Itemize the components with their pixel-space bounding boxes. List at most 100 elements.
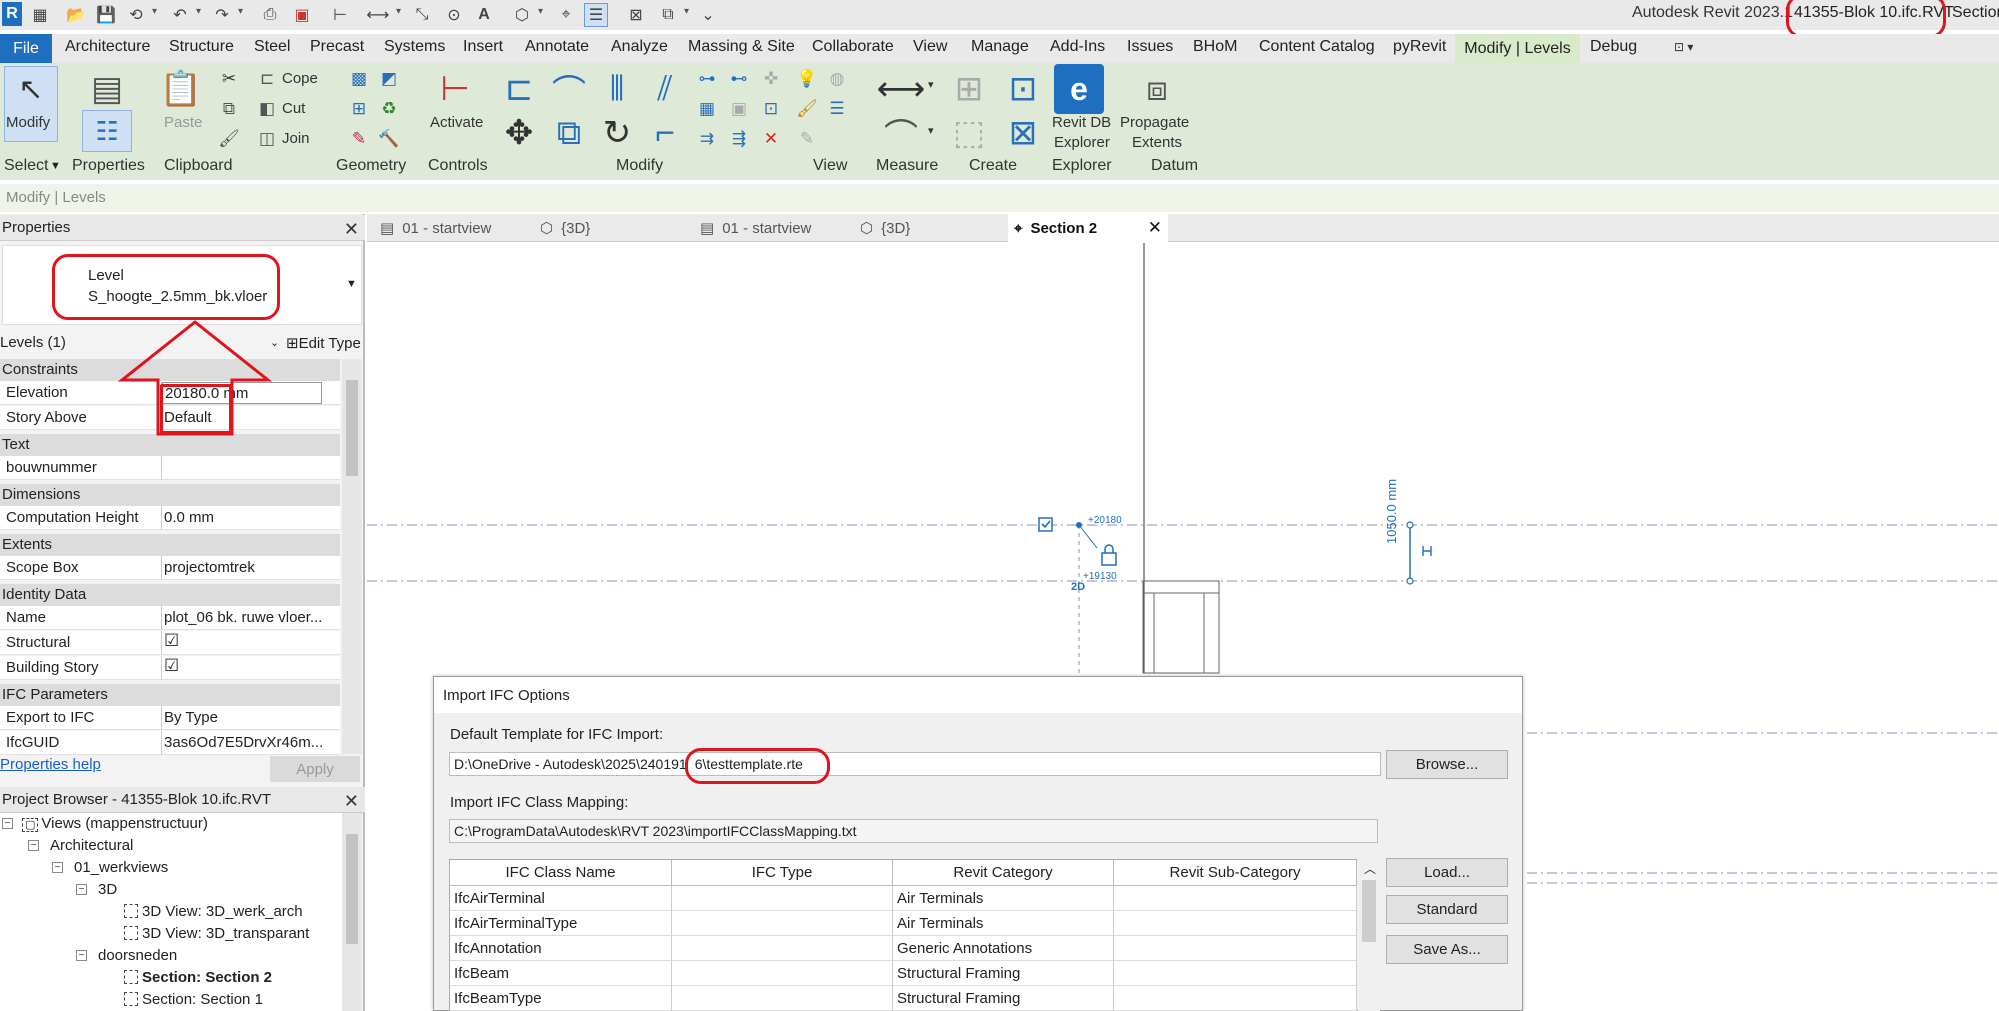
create-parts-icon[interactable]: ⊡: [998, 64, 1048, 114]
sync-icon[interactable]: ⟲: [124, 3, 148, 27]
chevron-down-icon[interactable]: ▾: [396, 6, 401, 17]
col-ifc-class-name[interactable]: IFC Class Name: [450, 860, 672, 886]
create-similar-icon[interactable]: ⊠: [998, 108, 1048, 158]
scroll-thumb[interactable]: [1362, 880, 1376, 942]
cope-label[interactable]: Cope: [282, 70, 318, 87]
cell-ifc-type[interactable]: [672, 961, 893, 986]
3d-view-icon[interactable]: ⬡: [510, 3, 534, 27]
mirror-pick-icon[interactable]: ⫴: [592, 64, 642, 114]
cell-sub-category[interactable]: [1114, 886, 1357, 911]
redo-icon[interactable]: ↷: [210, 3, 234, 27]
close-icon[interactable]: ✕: [344, 791, 359, 812]
join-icon[interactable]: ◫: [256, 128, 278, 150]
cell-ifc-type[interactable]: [672, 936, 893, 961]
row-name[interactable]: Name plot_06 bk. ruwe vloer...: [0, 606, 340, 630]
revit-db-explorer-icon[interactable]: e: [1054, 64, 1104, 114]
type-properties-icon[interactable]: ▤: [82, 64, 132, 114]
cell-class-name[interactable]: IfcAnnotation: [450, 936, 672, 961]
rotate-icon[interactable]: ↻: [592, 108, 642, 158]
apply-button[interactable]: Apply: [270, 756, 360, 782]
trim-extend-icon[interactable]: ⌐: [640, 108, 690, 158]
tab-3d-2[interactable]: ⬡ {3D}: [854, 214, 916, 242]
filter-icon[interactable]: ☰: [826, 98, 848, 120]
measure-icon[interactable]: ⊢: [328, 3, 352, 27]
properties-icon[interactable]: ☷: [82, 110, 132, 152]
close-icon[interactable]: ✕: [344, 219, 359, 240]
cell-revit-category[interactable]: Structural Framing: [893, 961, 1114, 986]
tree-3d[interactable]: 3D: [98, 881, 117, 898]
load-button[interactable]: Load...: [1386, 858, 1508, 887]
chevron-down-icon[interactable]: ▾: [928, 78, 934, 91]
tab-architecture[interactable]: Architecture: [65, 38, 150, 56]
col-ifc-type[interactable]: IFC Type: [672, 860, 893, 886]
chevron-down-icon[interactable]: ▾: [928, 124, 934, 137]
cell-class-name[interactable]: IfcBeamType: [450, 986, 672, 1011]
split-gap-icon[interactable]: ⊷: [728, 68, 750, 90]
cell-ifc-type[interactable]: [672, 886, 893, 911]
measure-between-icon[interactable]: ⟷: [876, 64, 926, 114]
tab-section-2[interactable]: ⌖ Section 2 ✕: [1008, 214, 1168, 242]
cell-sub-category[interactable]: [1114, 911, 1357, 936]
dimension-text[interactable]: 1050.0 mm: [1384, 434, 1399, 544]
scale-icon[interactable]: ▣: [728, 98, 750, 120]
aligned-dimension-icon[interactable]: ⌒: [876, 108, 926, 158]
close-icon[interactable]: ✕: [1148, 218, 1162, 238]
cell-revit-category[interactable]: Air Terminals: [893, 886, 1114, 911]
row-export-to-ifc[interactable]: Export to IFC By Type: [0, 706, 340, 730]
tab-manage[interactable]: Manage: [971, 38, 1029, 56]
collapse-icon[interactable]: −: [76, 884, 87, 895]
mirror-draw-icon[interactable]: ⫽: [640, 64, 690, 114]
tab-3d-1[interactable]: ⬡ {3D}: [534, 214, 596, 242]
tab-issues[interactable]: Issues: [1127, 38, 1173, 56]
revit-logo[interactable]: R: [2, 2, 22, 26]
array-icon[interactable]: ▦: [696, 98, 718, 120]
row-building-story[interactable]: Building Story ☑: [0, 656, 340, 680]
tab-pyrevit[interactable]: pyRevit: [1393, 38, 1446, 56]
cell-revit-category[interactable]: Generic Annotations: [893, 936, 1114, 961]
prop-value[interactable]: 0.0 mm: [164, 509, 324, 526]
tree-section-2[interactable]: Section: Section 2: [124, 969, 272, 986]
properties-help-link[interactable]: Properties help: [0, 756, 101, 773]
row-bouwnummer[interactable]: bouwnummer: [0, 456, 340, 480]
cope-icon[interactable]: ⊏: [256, 68, 278, 90]
cut-geometry-icon[interactable]: ◧: [256, 98, 278, 120]
chevron-down-icon[interactable]: ▾: [152, 6, 157, 17]
tree-section-1[interactable]: Section: Section 1: [124, 991, 263, 1008]
chevron-down-icon[interactable]: ▼: [50, 160, 61, 172]
col-revit-category[interactable]: Revit Category: [893, 860, 1114, 886]
chevron-up-icon[interactable]: ︿: [1364, 860, 1376, 877]
tab-content-catalog[interactable]: Content Catalog: [1259, 38, 1375, 56]
structural-checkbox[interactable]: ☑: [164, 631, 324, 651]
copy-element-icon[interactable]: ⧉: [544, 108, 594, 158]
row-scope-box[interactable]: Scope Box projectomtrek: [0, 556, 340, 580]
cell-ifc-type[interactable]: [672, 911, 893, 936]
text-icon[interactable]: A: [472, 3, 496, 27]
align-dimension-icon[interactable]: ⟷: [366, 3, 390, 27]
collapse-icon[interactable]: −: [2, 818, 13, 829]
cell-revit-category[interactable]: Structural Framing: [893, 986, 1114, 1011]
building-story-checkbox[interactable]: ☑: [164, 656, 324, 676]
cell-ifc-type[interactable]: [672, 986, 893, 1011]
collapse-icon[interactable]: −: [76, 950, 87, 961]
save-icon[interactable]: 💾: [94, 3, 118, 27]
browse-button[interactable]: Browse...: [1386, 750, 1508, 779]
pdf-icon[interactable]: ▣: [290, 3, 314, 27]
panel-select[interactable]: Select: [4, 157, 48, 175]
offset-icon[interactable]: ⌒: [544, 64, 594, 114]
linework-icon[interactable]: ✎: [796, 128, 818, 150]
split-icon[interactable]: ⊶: [696, 68, 718, 90]
tab-insert[interactable]: Insert: [463, 38, 503, 56]
tree-3d-werk-arch[interactable]: 3D View: 3D_werk_arch: [124, 903, 303, 920]
standard-button[interactable]: Standard: [1386, 895, 1508, 924]
undo-icon[interactable]: ↶: [168, 3, 192, 27]
tree-views[interactable]: ▢ Views (mappenstructuur): [22, 815, 208, 832]
level-top-label[interactable]: +20180: [1088, 515, 1122, 526]
align-icon[interactable]: ⊏: [494, 64, 544, 114]
cell-class-name[interactable]: IfcAirTerminalType: [450, 911, 672, 936]
prop-value[interactable]: projectomtrek: [164, 559, 324, 576]
chevron-down-icon[interactable]: ▼: [346, 278, 357, 290]
prop-value[interactable]: By Type: [164, 709, 324, 726]
trim-multiple-icon[interactable]: ⇉: [696, 128, 718, 150]
customize-qat-icon[interactable]: ⌄: [696, 3, 720, 27]
tree-doorsneden[interactable]: doorsneden: [98, 947, 177, 964]
